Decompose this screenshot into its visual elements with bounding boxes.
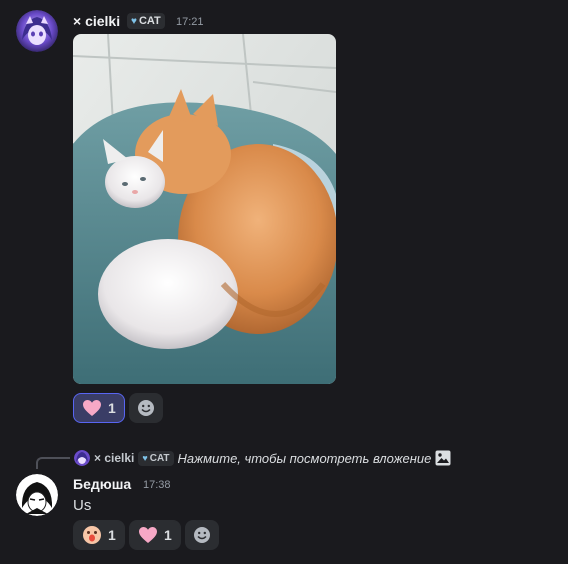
reply-text: Нажмите, чтобы посмотреть вложение	[177, 450, 432, 466]
heart-emoji-icon	[83, 400, 101, 416]
reply-preview[interactable]: × cielki ♥ CAT Нажмите, чтобы посмотреть…	[74, 449, 451, 467]
reply-username: × cielki	[94, 451, 135, 465]
smile-icon	[138, 400, 154, 416]
heart-icon: ♥	[142, 453, 148, 463]
reply-tag-label: CAT	[149, 452, 170, 464]
reply-connector	[36, 457, 70, 469]
avatar-bedyusha[interactable]	[16, 474, 58, 516]
username[interactable]: Бедюша	[73, 476, 131, 492]
image-attachment[interactable]	[73, 34, 336, 384]
timestamp: 17:21	[176, 16, 204, 28]
reply-user-tag: ♥ CAT	[138, 450, 174, 466]
message-text: Us	[73, 497, 92, 514]
smile-icon	[194, 527, 210, 543]
surprised-emoji-icon	[83, 526, 101, 544]
timestamp: 17:38	[143, 479, 171, 491]
reaction-count: 1	[108, 527, 116, 543]
reaction-heart[interactable]: 1	[73, 393, 125, 423]
reaction-heart[interactable]: 1	[129, 520, 181, 550]
user-tag-label: CAT	[138, 15, 161, 27]
anime-avatar-icon	[74, 450, 90, 466]
user-tag[interactable]: ♥ CAT	[127, 13, 165, 29]
anime-avatar-icon	[16, 10, 58, 52]
heart-icon: ♥	[131, 15, 137, 27]
avatar-cielki[interactable]	[16, 10, 58, 52]
reply-avatar	[74, 450, 90, 466]
reaction-count: 1	[108, 400, 116, 416]
username[interactable]: × cielki	[73, 13, 120, 29]
add-reaction-button[interactable]	[185, 520, 219, 550]
anime-avatar-icon	[16, 474, 58, 516]
reaction-surprised[interactable]: 1	[73, 520, 125, 550]
heart-emoji-icon	[139, 527, 157, 543]
kittens-photo	[73, 34, 336, 384]
image-icon	[435, 450, 451, 466]
add-reaction-button[interactable]	[129, 393, 163, 423]
reaction-count: 1	[164, 527, 172, 543]
